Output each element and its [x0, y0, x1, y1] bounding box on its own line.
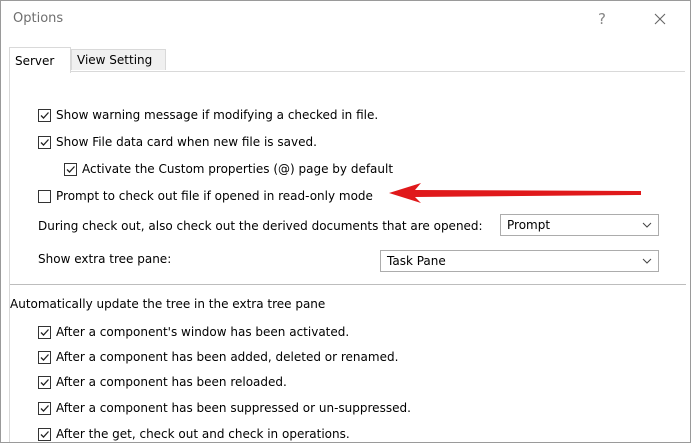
option-window-activated[interactable]: After a component's window has been acti…: [38, 325, 349, 339]
server-tab-panel: Show warning message if modifying a chec…: [9, 71, 686, 442]
checkmark-icon: [40, 404, 49, 412]
option-label: Show warning message if modifying a chec…: [56, 108, 379, 122]
checkmark-icon: [66, 165, 75, 173]
derived-documents-select[interactable]: Prompt: [500, 214, 659, 236]
checkmark-icon: [40, 378, 49, 386]
option-label: After the get, check out and check in op…: [56, 427, 350, 441]
chevron-down-icon: [636, 251, 658, 271]
checkmark-icon: [40, 430, 49, 438]
derived-documents-label: During check out, also check out the der…: [38, 219, 483, 233]
option-label: After a component has been reloaded.: [56, 375, 287, 389]
close-icon: [654, 13, 666, 25]
checkbox-suppressed[interactable]: [38, 401, 51, 415]
tab-server[interactable]: Server: [9, 47, 71, 73]
section-divider: [10, 284, 686, 285]
checkmark-icon: [40, 138, 49, 146]
window-title: Options: [13, 11, 64, 26]
option-label: After a component has been added, delete…: [56, 350, 399, 364]
checkbox-show-data-card[interactable]: [38, 135, 51, 149]
checkmark-icon: [40, 353, 49, 361]
option-label: After a component's window has been acti…: [56, 325, 350, 339]
option-label: Activate the Custom properties (@) page …: [82, 162, 394, 176]
tab-view-setting[interactable]: View Setting: [71, 49, 166, 70]
close-button[interactable]: [642, 7, 678, 31]
option-show-warning[interactable]: Show warning message if modifying a chec…: [38, 108, 378, 122]
checkbox-window-activated[interactable]: [38, 325, 51, 339]
tree-pane-label: Show extra tree pane:: [38, 252, 172, 266]
help-button[interactable]: ?: [590, 7, 614, 31]
checkbox-show-warning[interactable]: [38, 108, 51, 122]
option-added-deleted-renamed[interactable]: After a component has been added, delete…: [38, 350, 398, 364]
checkbox-activate-custom-properties[interactable]: [64, 162, 77, 176]
option-reloaded[interactable]: After a component has been reloaded.: [38, 375, 287, 389]
auto-update-heading: Automatically update the tree in the ext…: [10, 297, 326, 311]
option-suppressed[interactable]: After a component has been suppressed or…: [38, 401, 411, 415]
tree-pane-select[interactable]: Task Pane: [380, 250, 659, 272]
option-activate-custom-properties[interactable]: Activate the Custom properties (@) page …: [64, 162, 393, 176]
option-label: Prompt to check out file if opened in re…: [56, 189, 373, 203]
option-prompt-check-out[interactable]: Prompt to check out file if opened in re…: [38, 189, 373, 203]
checkbox-prompt-check-out[interactable]: [38, 189, 51, 203]
option-label: After a component has been suppressed or…: [56, 401, 411, 415]
options-dialog: Options ? Server View Setting Show warni…: [0, 0, 691, 443]
tree-pane-value: Task Pane: [387, 254, 446, 268]
derived-documents-value: Prompt: [507, 218, 551, 232]
option-get-check-out-in[interactable]: After the get, check out and check in op…: [38, 427, 350, 441]
checkmark-icon: [40, 111, 49, 119]
tab-strip: Server View Setting: [9, 47, 685, 73]
chevron-down-icon: [636, 215, 658, 235]
title-bar: Options ?: [1, 1, 690, 37]
checkbox-get-check-out-in[interactable]: [38, 427, 51, 441]
checkbox-reloaded[interactable]: [38, 375, 51, 389]
option-show-data-card[interactable]: Show File data card when new file is sav…: [38, 135, 317, 149]
option-label: Show File data card when new file is sav…: [56, 135, 317, 149]
annotation-arrow: [389, 183, 641, 203]
checkmark-icon: [40, 328, 49, 336]
checkbox-added-deleted-renamed[interactable]: [38, 350, 51, 364]
